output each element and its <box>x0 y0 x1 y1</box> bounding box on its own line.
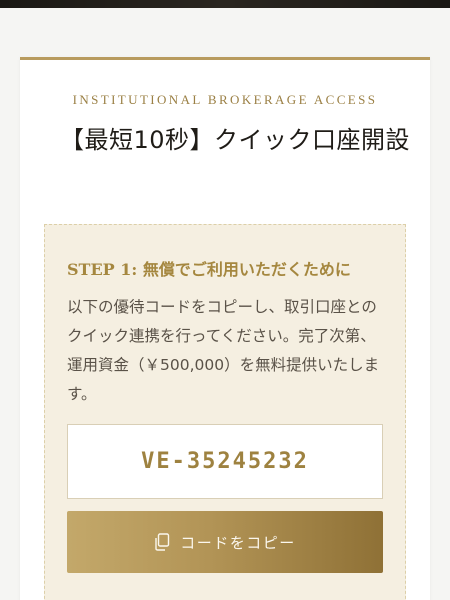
step-panel: STEP 1: 無償でご利用いただくために 以下の優待コードをコピーし、取引口座… <box>44 224 406 600</box>
copy-button-label: コードをコピー <box>180 533 296 552</box>
step-heading: STEP 1: 無償でご利用いただくために <box>67 256 395 280</box>
step-number: STEP 1: <box>67 260 138 279</box>
copy-icon <box>154 533 170 551</box>
page-title: 【最短10秒】クイック口座開設 <box>60 126 411 154</box>
step-instructions: 以下の優待コードをコピーし、取引口座とのクイック連携を行ってください。完了次第、… <box>67 298 380 403</box>
copy-code-button[interactable]: コードをコピー <box>67 511 383 573</box>
card-subtitle: INSTITUTIONAL BROKERAGE ACCESS <box>72 92 378 107</box>
promo-code-field[interactable]: VE-35245232 <box>67 424 383 499</box>
top-bar <box>0 0 450 8</box>
access-card: INSTITUTIONAL BROKERAGE ACCESS 【最短10秒】クイ… <box>20 57 430 600</box>
promo-code-value: VE-35245232 <box>141 449 309 474</box>
step-title: 無償でご利用いただくために <box>142 260 351 279</box>
